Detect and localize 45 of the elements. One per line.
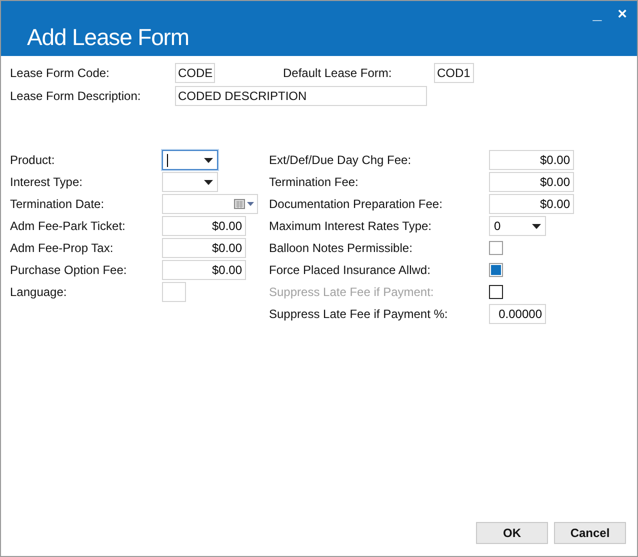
field-label: Documentation Preparation Fee:: [269, 196, 444, 213]
amount-field[interactable]: $0.00: [162, 216, 246, 236]
ok-button[interactable]: OK: [476, 522, 548, 544]
amount-field[interactable]: $0.00: [162, 238, 246, 258]
amount-field[interactable]: $0.00: [489, 194, 574, 214]
field-label: Maximum Interest Rates Type:: [269, 218, 433, 235]
percent-field[interactable]: 0.00000: [489, 304, 546, 324]
caret-icon: [204, 180, 213, 184]
dropdown-value: 0: [494, 218, 501, 235]
field-label: Suppress Late Fee if Payment %:: [269, 306, 449, 323]
caret-icon: [204, 158, 213, 162]
text-cursor: [167, 154, 168, 166]
minimize-button[interactable]: _: [592, 3, 602, 27]
field-label: Suppress Late Fee if Payment:: [269, 284, 435, 301]
code-field[interactable]: CODE: [175, 63, 215, 83]
window-title: Add Lease Form: [27, 23, 189, 52]
field-label: Force Placed Insurance Allwd:: [269, 262, 432, 279]
field-label: Balloon Notes Permissible:: [269, 240, 414, 257]
field-label: Interest Type:: [10, 174, 84, 191]
field-label: Adm Fee-Park Ticket:: [10, 218, 126, 235]
checkbox[interactable]: [489, 241, 503, 255]
code-field[interactable]: COD1: [434, 63, 474, 83]
field-label: Product:: [10, 152, 56, 169]
field-label: Adm Fee-Prop Tax:: [10, 240, 114, 257]
field-label: Termination Date:: [10, 196, 106, 213]
field-label: Purchase Option Fee:: [10, 262, 128, 279]
amount-field[interactable]: $0.00: [489, 172, 574, 192]
field-label: Lease Form Code:: [10, 65, 110, 82]
close-button[interactable]: ×: [618, 3, 627, 27]
amount-field[interactable]: $0.00: [162, 260, 246, 280]
field-label: Language:: [10, 284, 68, 301]
field-label: Ext/Def/Due Day Chg Fee:: [269, 152, 412, 169]
field-label: Default Lease Form:: [283, 65, 393, 82]
calendar-icon: [234, 199, 254, 209]
dropdown[interactable]: [162, 150, 218, 170]
description-field[interactable]: CODED DESCRIPTION: [175, 86, 427, 106]
field-label: Termination Fee:: [269, 174, 360, 191]
field-label: Lease Form Description:: [10, 88, 142, 105]
checkbox[interactable]: [489, 263, 503, 277]
amount-field[interactable]: $0.00: [489, 150, 574, 170]
date-field[interactable]: [162, 194, 258, 214]
language-field[interactable]: [162, 282, 186, 302]
dropdown[interactable]: 0: [489, 216, 546, 236]
caret-icon: [532, 224, 541, 228]
cancel-button[interactable]: Cancel: [554, 522, 626, 544]
